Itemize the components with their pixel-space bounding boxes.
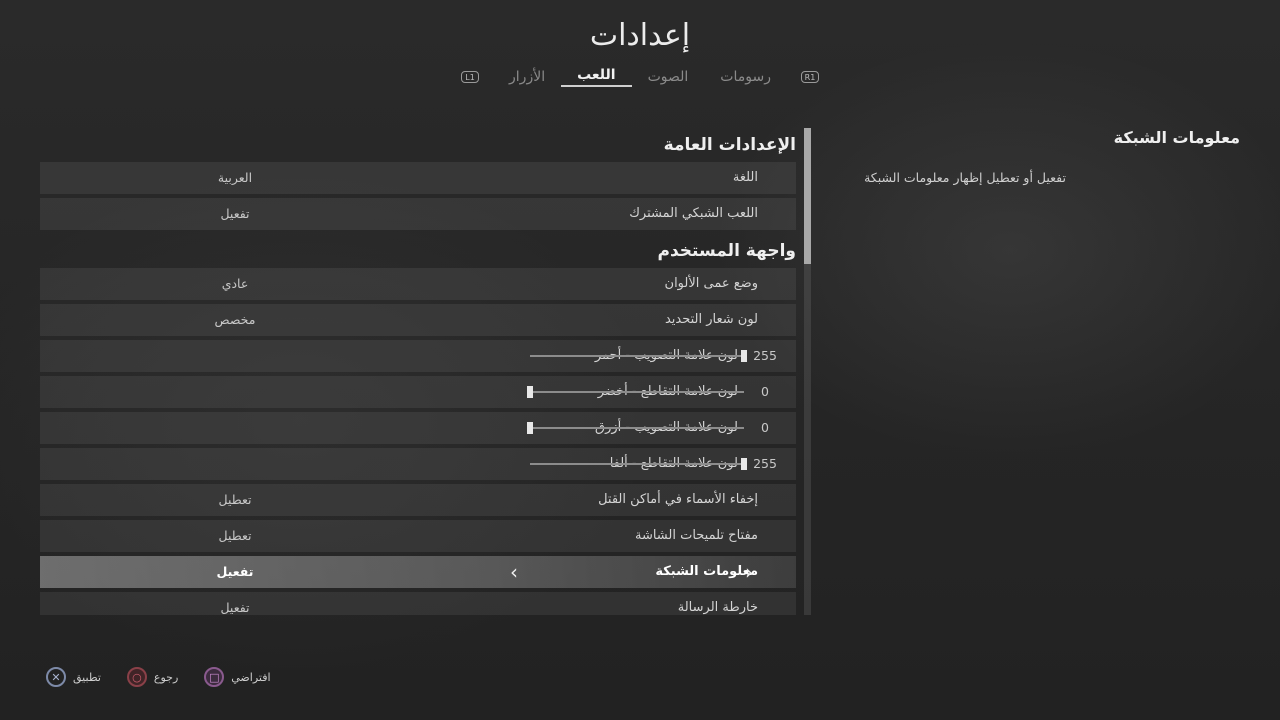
setting-value: مخصص bbox=[214, 312, 256, 327]
setting-row-colorblind-mode[interactable]: وضع عمى الألوان عادي bbox=[40, 268, 796, 300]
setting-label: معلومات الشبكة bbox=[655, 564, 758, 579]
setting-label: مفتاح تلميحات الشاشة bbox=[634, 528, 758, 543]
chevron-left-icon[interactable]: ‹ bbox=[745, 556, 753, 588]
slider-value: 0 bbox=[761, 384, 769, 399]
setting-label: اللعب الشبكي المشترك bbox=[629, 206, 758, 221]
setting-row-language[interactable]: اللغة العربية bbox=[40, 162, 796, 194]
slider-value: 255 bbox=[753, 456, 777, 471]
setting-value: تعطيل bbox=[218, 492, 252, 507]
setting-row-crosshair-red[interactable]: لون علامة التصويب - أحمر 255 bbox=[40, 340, 796, 372]
setting-label: وضع عمى الألوان bbox=[664, 276, 758, 291]
slider-value: 0 bbox=[761, 420, 769, 435]
tab-gameplay[interactable]: اللعب bbox=[561, 67, 632, 87]
apply-label: تطبيق bbox=[73, 670, 101, 684]
scrollbar-thumb[interactable] bbox=[804, 128, 811, 264]
setting-label: خارطة الرسالة bbox=[677, 600, 758, 615]
default-label: افتراضي bbox=[231, 670, 271, 684]
setting-label: اللغة bbox=[732, 170, 758, 185]
setting-row-message-map[interactable]: خارطة الرسالة تفعيل bbox=[40, 592, 796, 615]
apply-button[interactable]: ✕ تطبيق bbox=[46, 667, 101, 687]
section-title-ui: واجهة المستخدم bbox=[657, 241, 796, 261]
setting-row-crosshair-green[interactable]: لون علامة التقاطع - أخضر 0 bbox=[40, 376, 796, 408]
slider-track[interactable] bbox=[530, 458, 747, 470]
circle-button-icon: ○ bbox=[126, 667, 147, 687]
setting-label: إخفاء الأسماء في أماكن القتل bbox=[598, 492, 758, 507]
info-panel-description: تفعيل أو تعطيل إظهار معلومات الشبكة bbox=[864, 170, 1066, 185]
page-title: إعدادات bbox=[589, 18, 691, 53]
back-button[interactable]: ○ رجوع bbox=[126, 667, 179, 687]
default-button[interactable]: □ افتراضي bbox=[204, 667, 271, 687]
setting-row-selection-color[interactable]: لون شعار التحديد مخصص bbox=[40, 304, 796, 336]
section-title-general: الإعدادات العامة bbox=[663, 135, 796, 155]
setting-row-screen-hints[interactable]: مفتاح تلميحات الشاشة تعطيل bbox=[40, 520, 796, 552]
square-button-icon: □ bbox=[204, 667, 225, 687]
slider-track[interactable] bbox=[530, 350, 747, 362]
settings-list: الإعدادات العامة اللغة العربية اللعب الش… bbox=[40, 128, 796, 615]
tab-audio[interactable]: الصوت bbox=[632, 69, 705, 85]
setting-value: عادي bbox=[221, 276, 249, 291]
setting-value: العربية bbox=[217, 170, 253, 185]
back-label: رجوع bbox=[153, 670, 179, 684]
slider-track[interactable] bbox=[527, 422, 744, 434]
list-scrollbar[interactable] bbox=[804, 128, 811, 615]
setting-row-hide-names[interactable]: إخفاء الأسماء في أماكن القتل تعطيل bbox=[40, 484, 796, 516]
tab-bar: R1 رسومات الصوت اللعب الأزرار L1 bbox=[440, 64, 840, 90]
setting-value: تفعيل bbox=[220, 206, 250, 221]
setting-value: تفعيل bbox=[220, 600, 250, 615]
chevron-right-icon[interactable]: › bbox=[510, 556, 518, 588]
setting-value: تفعيل bbox=[216, 564, 254, 579]
setting-label: لون شعار التحديد bbox=[664, 312, 758, 327]
setting-value: تعطيل bbox=[218, 528, 252, 543]
tab-graphics[interactable]: رسومات bbox=[704, 69, 787, 85]
setting-row-network-info[interactable]: معلومات الشبكة › تفعيل ‹ bbox=[40, 556, 796, 588]
setting-row-online-coop[interactable]: اللعب الشبكي المشترك تفعيل bbox=[40, 198, 796, 230]
setting-row-crosshair-blue[interactable]: لون علامة التصويب - أزرق 0 bbox=[40, 412, 796, 444]
setting-row-crosshair-alpha[interactable]: لون علامة التقاطع - ألفا 255 bbox=[40, 448, 796, 480]
slider-thumb[interactable] bbox=[527, 386, 533, 398]
info-panel-title: معلومات الشبكة bbox=[1113, 128, 1240, 147]
slider-track[interactable] bbox=[527, 386, 744, 398]
settings-screen: إعدادات R1 رسومات الصوت اللعب الأزرار L1… bbox=[0, 0, 1280, 720]
slider-thumb[interactable] bbox=[527, 422, 533, 434]
slider-value: 255 bbox=[753, 348, 777, 363]
button-prompts: ✕ تطبيق ○ رجوع □ افتراضي bbox=[46, 664, 271, 690]
left-bumper-icon[interactable]: L1 bbox=[461, 71, 480, 83]
right-bumper-icon[interactable]: R1 bbox=[800, 71, 819, 83]
tab-controls[interactable]: الأزرار bbox=[493, 69, 561, 85]
cross-button-icon: ✕ bbox=[46, 667, 66, 687]
